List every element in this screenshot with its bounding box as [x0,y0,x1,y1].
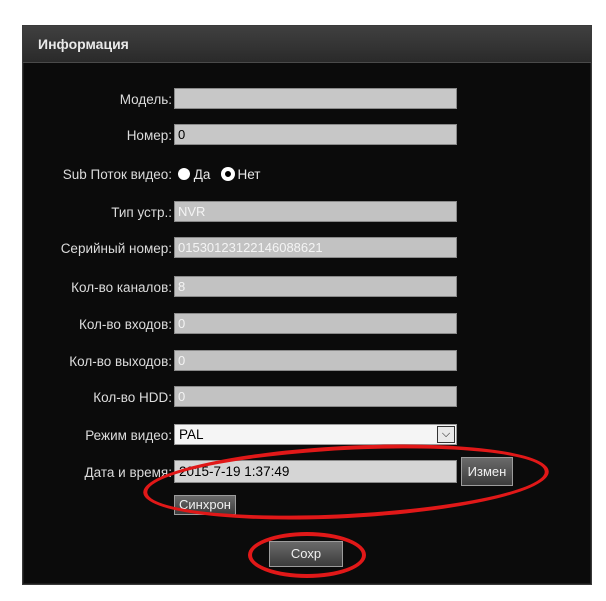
model-field[interactable] [174,88,457,109]
panel-title: Информация [38,36,129,52]
change-button[interactable]: Измен [461,457,513,486]
serial-label: Серийный номер: [60,241,172,256]
datetime-field[interactable]: 2015-7-19 1:37:49 [174,460,457,483]
video-mode-value: PAL [179,427,204,442]
device-type-label: Тип устр.: [111,205,172,220]
chevron-down-icon[interactable]: ⌵ [437,426,455,443]
number-label: Номер: [126,128,172,143]
video-mode-label: Режим видео: [85,428,172,443]
sync-button[interactable]: Синхрон [174,495,236,515]
hdd-label: Кол-во HDD: [93,390,172,405]
substream-label: Sub Поток видео: [62,167,172,182]
info-panel: Информация [22,25,592,585]
channels-label: Кол-во каналов: [71,280,172,295]
hdd-field: 0 [174,386,457,407]
radio-yes-label: Да [193,167,211,182]
radio-yes[interactable] [178,168,190,180]
number-field[interactable]: 0 [174,124,457,145]
save-button[interactable]: Сохр [269,541,343,567]
device-type-field: NVR [174,201,457,222]
panel-header: Информация [23,26,591,63]
radio-no[interactable] [221,168,234,180]
inputs-field: 0 [174,313,457,334]
channels-field: 8 [174,276,457,297]
outputs-label: Кол-во выходов: [69,354,172,369]
datetime-label: Дата и время: [84,465,172,480]
inputs-label: Кол-во входов: [78,317,172,332]
serial-field: 01530123122146088621 [174,237,457,258]
substream-radio-group: Да Нет [178,167,260,182]
model-label: Модель: [119,92,172,107]
outputs-field: 0 [174,350,457,371]
video-mode-select[interactable]: PAL ⌵ [174,424,457,445]
radio-no-label: Нет [237,167,261,182]
